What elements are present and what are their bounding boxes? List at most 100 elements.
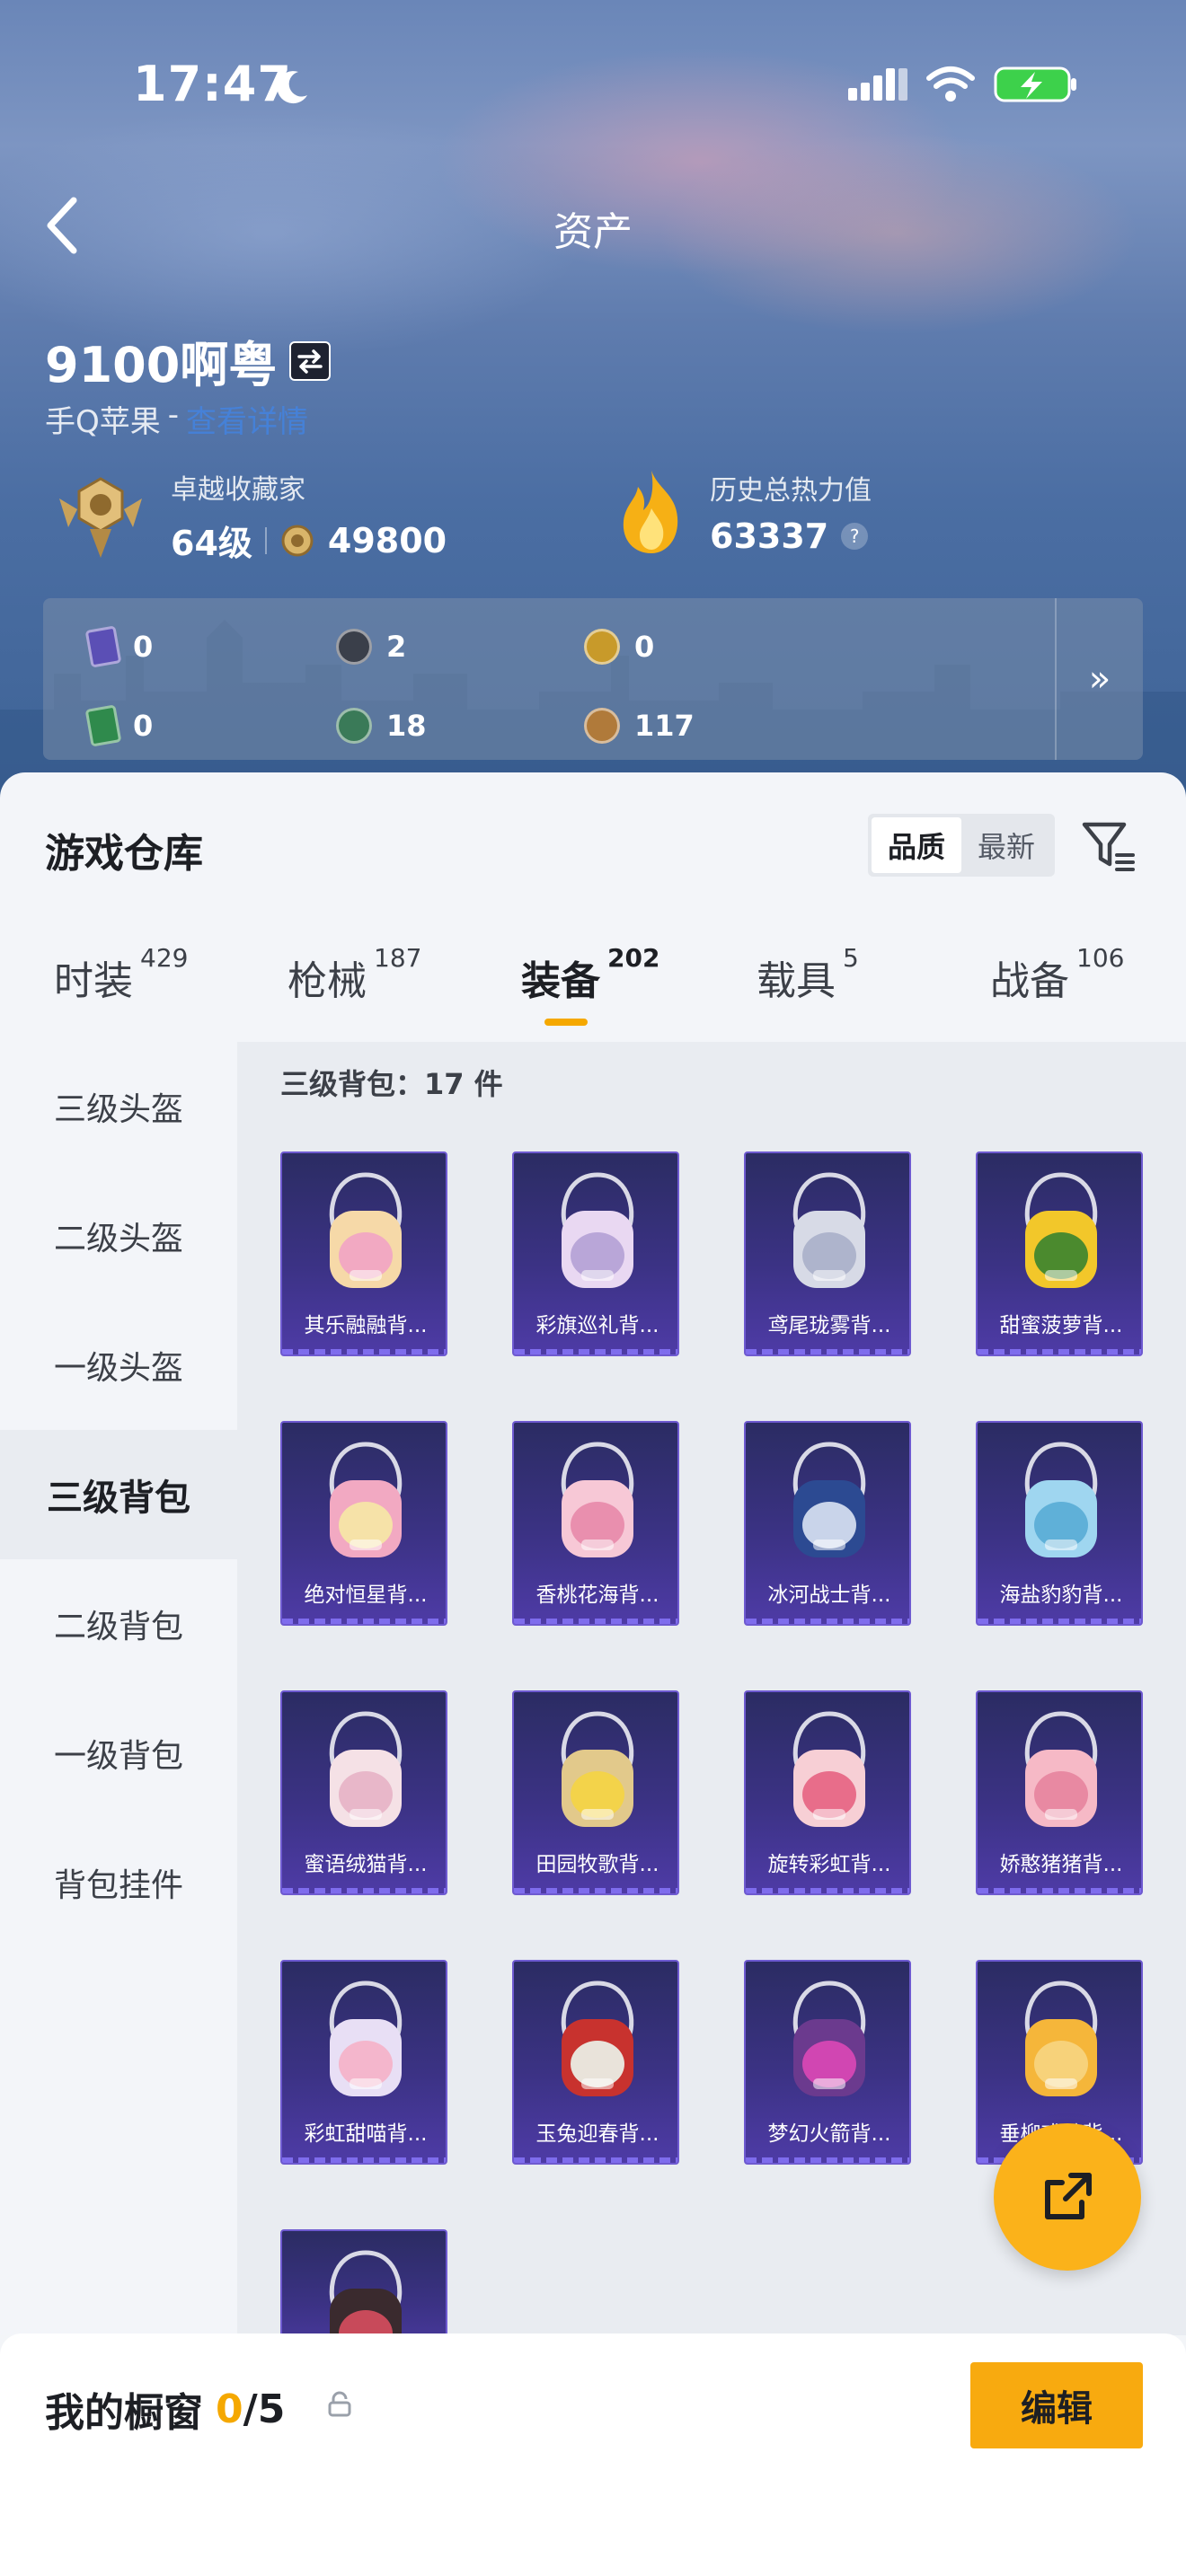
edit-button[interactable]: 编辑	[970, 2362, 1143, 2448]
lock-icon	[328, 2391, 351, 2417]
item-card[interactable]: 其乐融融背...	[280, 1151, 447, 1356]
backpack-icon	[329, 2250, 403, 2333]
collector-stat[interactable]: 卓越收藏家 64级 49800	[50, 467, 447, 565]
status-time: 17:47	[133, 56, 292, 112]
item-name: 彩虹甜喵背...	[304, 2122, 428, 2146]
rarity-strip	[978, 1619, 1141, 1624]
item-name: 冰河战士背...	[767, 1584, 891, 1607]
backpack-icon	[329, 1442, 403, 1557]
backpack-icon	[792, 1981, 866, 2096]
cellular-signal-icon	[848, 68, 907, 101]
page-title: 资产	[553, 209, 633, 255]
sidebar-item[interactable]: 背包挂件	[0, 1818, 237, 1947]
item-card[interactable]: 娇憨猪猪背...	[976, 1690, 1143, 1895]
backpack-icon	[561, 1981, 634, 2096]
rarity-strip	[514, 1349, 677, 1354]
currency-value: 2	[386, 630, 407, 664]
rarity-strip	[746, 1349, 909, 1354]
item-card[interactable]: 海盐豹豹背...	[976, 1421, 1143, 1626]
rarity-strip	[978, 1888, 1141, 1893]
item-name: 玉兔迎春背...	[535, 2122, 659, 2146]
showcase-label: 我的橱窗 0 /5	[45, 2380, 285, 2438]
currency-grid: 0 2 0 0 18 117	[84, 614, 832, 758]
sidebar-item[interactable]: 三级头盔	[0, 1042, 237, 1171]
switch-account-button[interactable]	[289, 340, 332, 381]
collector-points-icon	[281, 525, 314, 556]
heat-stat[interactable]: 历史总热力值 63337 ?	[613, 467, 872, 557]
purple-card-icon	[84, 625, 122, 668]
item-name: 绝对恒星背...	[304, 1584, 428, 1607]
item-name: 娇憨猪猪背...	[999, 1853, 1123, 1876]
heat-label: 历史总热力值	[710, 475, 872, 507]
warehouse-sheet: 游戏仓库 品质 最新 时装 429 枪械 187 装备 202 载具 5 战备 106 三…	[0, 772, 1186, 2335]
rarity-strip	[282, 1619, 446, 1624]
backpack-icon	[1024, 1981, 1098, 2096]
sidebar-item[interactable]: 二级头盔	[0, 1171, 237, 1301]
swap-arrows-icon	[297, 348, 323, 374]
item-card[interactable]: 蜜语绒猫背...	[280, 1690, 447, 1895]
showcase-total-count: /5	[243, 2386, 286, 2432]
item-card[interactable]	[280, 2229, 447, 2333]
item-card[interactable]: 旋转彩虹背...	[744, 1690, 911, 1895]
backpack-icon	[1024, 1172, 1098, 1288]
backpack-icon	[329, 1711, 403, 1827]
item-card[interactable]: 甜蜜菠萝背...	[976, 1151, 1143, 1356]
currency-panel: 0 2 0 0 18 117 »	[43, 598, 1143, 760]
currency-item: 0	[84, 693, 336, 758]
user-name: 9100啊粤	[45, 325, 332, 396]
backpack-icon	[329, 1172, 403, 1288]
currency-item: 117	[584, 693, 832, 758]
user-name-text: 9100啊粤	[45, 337, 278, 393]
rarity-strip	[282, 2157, 446, 2163]
item-name: 蜜语绒猫背...	[304, 1853, 428, 1876]
backpack-icon	[792, 1442, 866, 1557]
currency-value: 0	[133, 709, 154, 743]
dark-coin-icon	[336, 629, 372, 665]
backpack-icon	[792, 1711, 866, 1827]
help-icon[interactable]: ?	[841, 523, 869, 550]
double-chevron-right-icon: »	[1088, 658, 1111, 700]
currency-more-button[interactable]: »	[1055, 598, 1143, 760]
item-name: 旋转彩虹背...	[767, 1853, 891, 1876]
item-name: 海盐豹豹背...	[999, 1584, 1123, 1607]
item-card[interactable]: 鸢尾珑雾背...	[744, 1151, 911, 1356]
backpack-icon	[561, 1711, 634, 1827]
backpack-icon	[561, 1442, 634, 1557]
sidebar-item[interactable]: 二级背包	[0, 1559, 237, 1689]
collector-level: 64级	[171, 524, 252, 563]
item-name: 田园牧歌背...	[535, 1853, 659, 1876]
item-name: 彩旗巡礼背...	[535, 1314, 659, 1337]
rarity-strip	[746, 2157, 909, 2163]
details-link[interactable]: 查看详情	[186, 397, 308, 441]
rarity-strip	[746, 1619, 909, 1624]
wifi-icon	[926, 66, 975, 101]
platform-separator: -	[167, 397, 180, 433]
item-card[interactable]: 梦幻火箭背...	[744, 1960, 911, 2165]
share-button[interactable]	[994, 2123, 1141, 2271]
rarity-strip	[282, 1349, 446, 1354]
item-card[interactable]: 玉兔迎春背...	[512, 1960, 679, 2165]
item-name: 其乐融融背...	[304, 1314, 428, 1337]
backpack-icon	[329, 1981, 403, 2096]
showcase-title: 我的橱窗	[45, 2390, 203, 2436]
sidebar-item[interactable]: 一级背包	[0, 1689, 237, 1818]
item-card[interactable]: 彩虹甜喵背...	[280, 1960, 447, 2165]
item-card[interactable]: 彩旗巡礼背...	[512, 1151, 679, 1356]
rarity-strip	[514, 1619, 677, 1624]
bronze-coin-icon	[584, 708, 620, 744]
rarity-strip	[282, 1888, 446, 1893]
item-card[interactable]: 绝对恒星背...	[280, 1421, 447, 1626]
item-card[interactable]: 冰河战士背...	[744, 1421, 911, 1626]
green-orb-icon	[336, 708, 372, 744]
item-card[interactable]: 田园牧歌背...	[512, 1690, 679, 1895]
sidebar-item[interactable]: 一级头盔	[0, 1301, 237, 1430]
subcategory-sidebar: 三级头盔 二级头盔 一级头盔 三级背包 二级背包 一级背包 背包挂件	[0, 1042, 237, 2335]
item-card[interactable]: 香桃花海背...	[512, 1421, 679, 1626]
battery-charging-icon	[994, 66, 1076, 102]
rarity-strip	[746, 1888, 909, 1893]
showcase-current-count: 0	[216, 2386, 243, 2432]
currency-item: 0	[84, 614, 336, 679]
tab-fashion[interactable]: 时装 429	[54, 943, 188, 1006]
sidebar-item[interactable]: 三级背包	[0, 1430, 237, 1559]
backpack-icon	[792, 1172, 866, 1288]
